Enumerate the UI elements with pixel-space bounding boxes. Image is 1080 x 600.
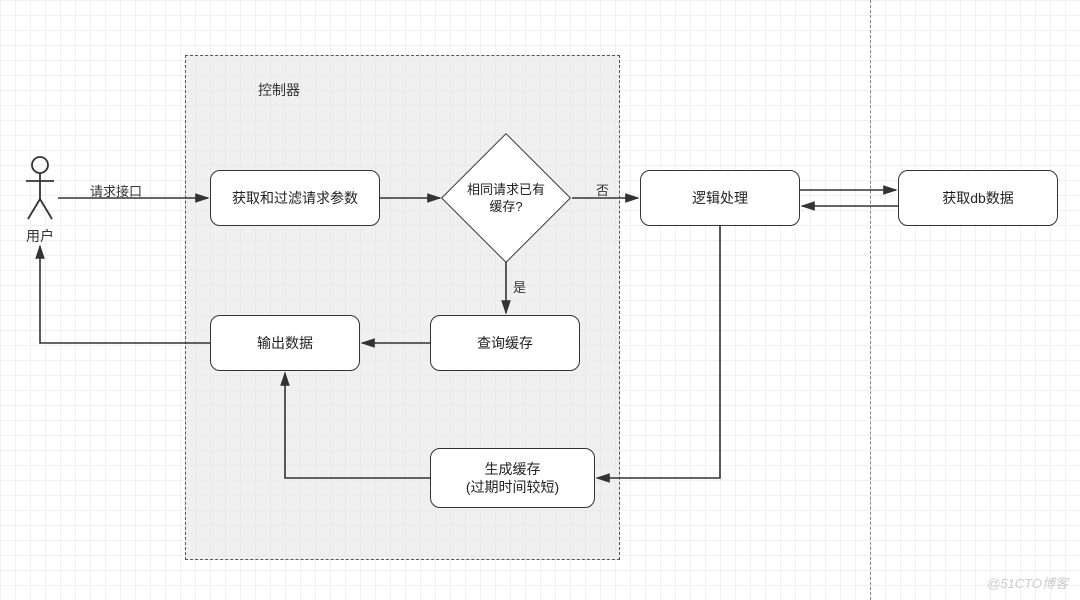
edge-label-request: 请求接口 — [90, 181, 142, 200]
node-logic: 逻辑处理 — [640, 170, 800, 226]
diagram-canvas: 控制器 用户 获取和过滤请求参数 相同请求已有 缓存? 逻辑处理 获取db数据 … — [0, 0, 1080, 600]
user-actor-icon — [22, 155, 58, 223]
edge-label-no: 否 — [596, 180, 609, 199]
gen-cache-line1: 生成缓存 — [485, 460, 541, 478]
node-decision-label: 相同请求已有 缓存? — [446, 182, 566, 216]
node-output: 输出数据 — [210, 315, 360, 371]
watermark: @51CTO博客 — [987, 573, 1068, 592]
node-filter-params: 获取和过滤请求参数 — [210, 170, 380, 226]
node-fetch-db: 获取db数据 — [898, 170, 1058, 226]
user-actor-label: 用户 — [20, 226, 60, 246]
node-query-cache: 查询缓存 — [430, 315, 580, 371]
node-gen-cache: 生成缓存 (过期时间较短) — [430, 448, 595, 508]
controller-title: 控制器 — [258, 80, 300, 100]
vertical-separator — [870, 0, 871, 600]
gen-cache-line2: (过期时间较短) — [466, 478, 559, 496]
edge-label-yes: 是 — [513, 277, 526, 296]
